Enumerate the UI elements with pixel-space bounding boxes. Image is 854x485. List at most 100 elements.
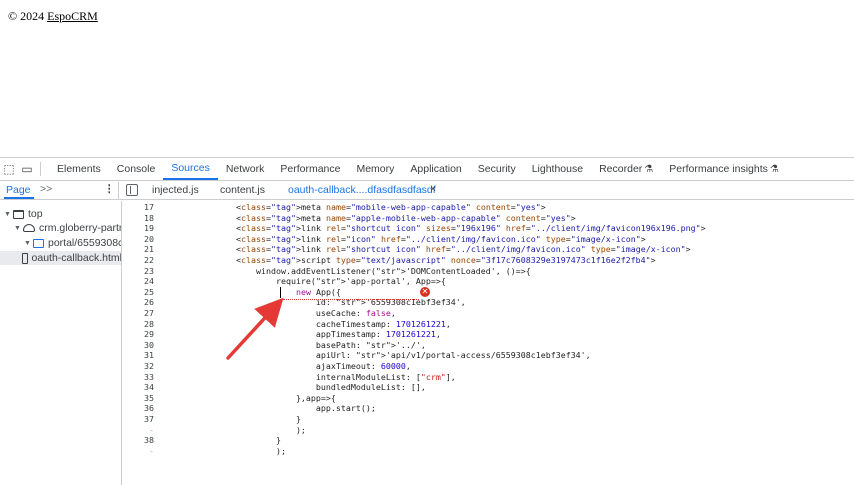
file-tab-injected[interactable]: injected.js <box>152 184 199 196</box>
tree-item-label: oauth-callback.html <box>31 252 122 264</box>
line-number[interactable]: - <box>122 446 154 457</box>
line-number[interactable]: 22 <box>122 255 154 266</box>
line-number[interactable]: 30 <box>122 340 154 351</box>
code-line: 17 <class="tag">meta name="mobile-web-app… <box>122 202 854 213</box>
line-number[interactable]: 29 <box>122 329 154 340</box>
navigator-menu-icon[interactable]: ⋮ <box>104 183 115 195</box>
line-number[interactable]: 32 <box>122 361 154 372</box>
toggle-navigator-icon[interactable] <box>126 184 138 196</box>
line-number[interactable]: 33 <box>122 372 154 383</box>
code-line: 23 window.addEventListener("str">'DOMCon… <box>122 266 854 277</box>
tree-item-oauth-callback[interactable]: oauth-callback.html <box>0 251 122 265</box>
line-number[interactable]: 18 <box>122 213 154 224</box>
devtools-main-toolbar: ⬚ ▭ Elements Console Sources Network Per… <box>0 158 854 181</box>
code-text: window.addEventListener("str">'DOMConten… <box>236 265 531 276</box>
code-text: new App({ <box>295 286 341 297</box>
tab-lighthouse[interactable]: Lighthouse <box>524 158 591 180</box>
code-text: internalModuleList: ["crm"], <box>236 371 456 382</box>
code-line: 19 <class="tag">link rel="shortcut icon" … <box>122 223 854 234</box>
line-number[interactable]: 21 <box>122 244 154 255</box>
cloud-icon <box>23 224 35 232</box>
line-number[interactable]: 37 <box>122 414 154 425</box>
code-text: useCache: false, <box>236 308 396 318</box>
line-number[interactable]: 20 <box>122 234 154 245</box>
file-tab-oauth-callback[interactable]: oauth-callback....dfasdfasdfasdf <box>288 184 436 196</box>
code-line: 29 appTimestamp: 1701261221, <box>122 329 854 340</box>
tree-item-top[interactable]: ▼ top <box>4 207 43 221</box>
tab-sources[interactable]: Sources <box>163 158 218 180</box>
experiment-flask-icon: ⚗ <box>769 163 779 175</box>
tab-recorder[interactable]: Recorder ⚗ <box>591 158 661 180</box>
code-text: } <box>236 414 301 424</box>
frame-icon <box>13 209 24 219</box>
code-text: require("str">'app-portal', App=>{ <box>236 276 446 287</box>
copyright-text: © 2024 <box>8 9 45 23</box>
code-line: 18 <class="tag">meta name="apple-mobile-w… <box>122 213 854 224</box>
code-line: 37 } <box>122 414 854 425</box>
line-number[interactable]: 26 <box>122 297 154 308</box>
error-icon[interactable]: ✕ <box>420 287 430 297</box>
tab-performance-insights[interactable]: Performance insights ⚗ <box>661 158 787 180</box>
espocrm-link[interactable]: EspoCRM <box>47 9 98 23</box>
tree-item-domain[interactable]: ▼ crm.globerry-partners.com <box>14 221 121 235</box>
line-number[interactable]: 25 <box>122 287 154 298</box>
more-tabs-chevron-icon[interactable]: >> <box>40 183 52 195</box>
tab-console[interactable]: Console <box>109 158 164 180</box>
code-line: 27 useCache: false, <box>122 308 854 319</box>
tab-memory[interactable]: Memory <box>348 158 402 180</box>
code-line: - ); <box>122 425 854 436</box>
copyright-footer: © 2024 EspoCRM <box>8 9 98 24</box>
code-text: bundledModuleList: [], <box>236 382 426 393</box>
tab-network[interactable]: Network <box>218 158 273 180</box>
code-line: 26 id: "str">'6559308c1ebf3ef34', <box>122 297 854 308</box>
tab-security[interactable]: Security <box>470 158 524 180</box>
navigator-tab-page[interactable]: Page <box>6 184 31 196</box>
file-tab-content[interactable]: content.js <box>220 184 265 196</box>
code-text: ); <box>236 424 306 435</box>
code-line: 38 } <box>122 435 854 446</box>
code-editor[interactable]: 17 <class="tag">meta name="mobile-web-app… <box>122 201 854 485</box>
line-number[interactable]: 38 <box>122 435 154 446</box>
line-number[interactable]: - <box>122 425 154 436</box>
line-number[interactable]: 34 <box>122 382 154 393</box>
folder-icon <box>33 238 44 248</box>
expand-arrow-icon[interactable]: ▼ <box>14 225 22 232</box>
code-text: ); <box>236 445 286 456</box>
code-line: 33 internalModuleList: ["crm"], <box>122 372 854 383</box>
expand-arrow-icon[interactable]: ▼ <box>24 240 32 247</box>
tree-item-label: crm.globerry-partners.com <box>39 222 121 234</box>
error-squiggle <box>283 298 419 300</box>
code-text: } <box>236 435 281 446</box>
devtools-panel: ⬚ ▭ Elements Console Sources Network Per… <box>0 157 854 485</box>
line-number[interactable]: 19 <box>122 223 154 234</box>
expand-arrow-icon[interactable]: ▼ <box>4 211 12 218</box>
code-text: <class="tag">script type="text/javascrip… <box>236 255 656 265</box>
device-toolbar-icon[interactable]: ▭ <box>18 158 36 180</box>
code-line: 34 bundledModuleList: [], <box>122 382 854 393</box>
line-number[interactable]: 31 <box>122 350 154 361</box>
tab-recorder-label: Recorder <box>599 163 643 175</box>
code-line: 31 apiUrl: "str">'api/v1/portal-access/6… <box>122 350 854 361</box>
code-text: <class="tag">link rel="shortcut icon" hr… <box>236 244 691 255</box>
code-line: 21 <class="tag">link rel="shortcut icon" … <box>122 244 854 255</box>
line-number[interactable]: 28 <box>122 319 154 330</box>
line-number[interactable]: 36 <box>122 403 154 414</box>
tab-application[interactable]: Application <box>402 158 469 180</box>
close-file-tab-icon[interactable]: × <box>430 183 436 195</box>
tab-elements[interactable]: Elements <box>49 158 109 180</box>
tab-performance-insights-label: Performance insights <box>669 163 768 175</box>
line-number[interactable]: 35 <box>122 393 154 404</box>
line-number[interactable]: 27 <box>122 308 154 319</box>
inspect-element-icon[interactable]: ⬚ <box>0 158 18 180</box>
code-line: 36 app.start(); <box>122 403 854 414</box>
text-cursor <box>280 287 281 298</box>
line-number[interactable]: 24 <box>122 276 154 287</box>
code-text: },app=>{ <box>236 392 336 403</box>
code-line: 32 ajaxTimeout: 60000, <box>122 361 854 372</box>
code-line: 28 cacheTimestamp: 1701261221, <box>122 319 854 330</box>
tab-performance[interactable]: Performance <box>272 158 348 180</box>
code-text: <class="tag">meta name="mobile-web-app-c… <box>236 202 546 212</box>
line-number[interactable]: 23 <box>122 266 154 277</box>
tree-item-portal-folder[interactable]: ▼ portal/6559308c1ebf3ef34 <box>24 236 121 250</box>
line-number[interactable]: 17 <box>122 202 154 213</box>
